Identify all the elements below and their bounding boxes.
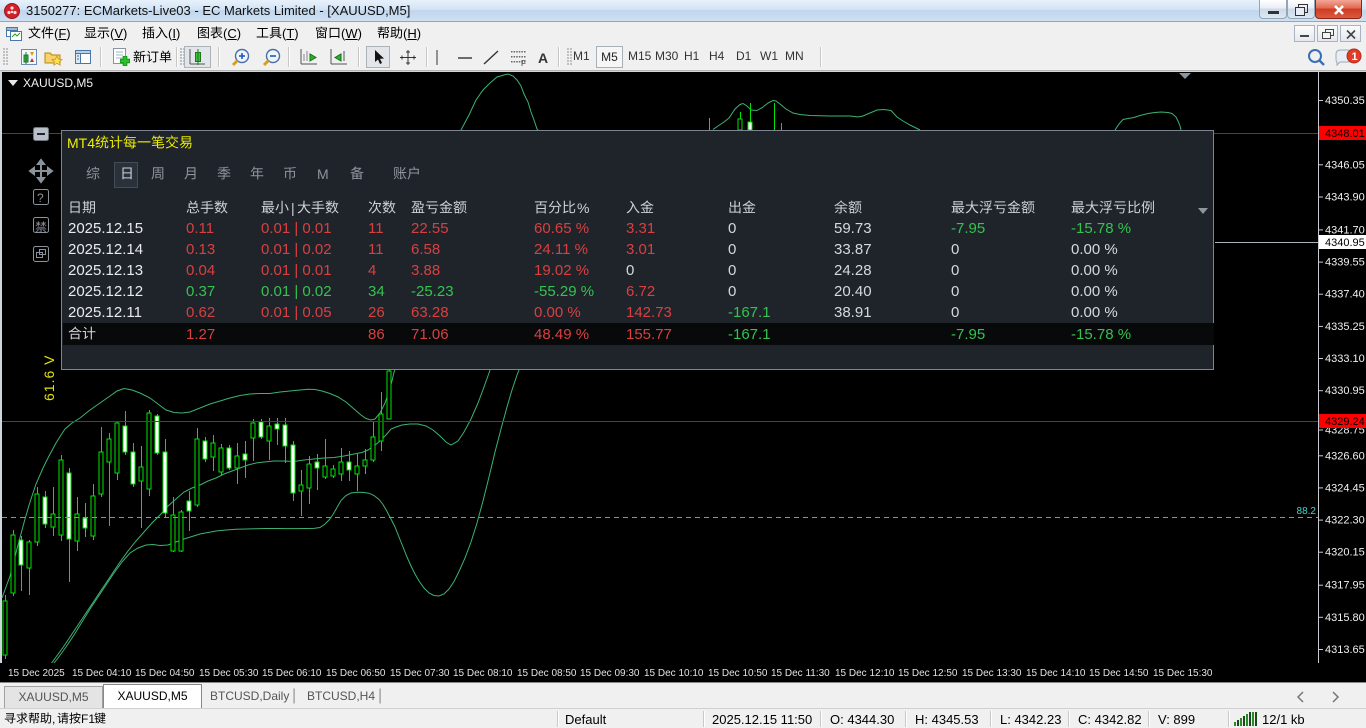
svg-text:4313.65: 4313.65	[1325, 644, 1365, 656]
svg-text:4339.55: 4339.55	[1325, 257, 1365, 269]
svg-text:4348.01: 4348.01	[1325, 128, 1365, 140]
svg-text:4350.35: 4350.35	[1325, 95, 1365, 107]
svg-text:1: 1	[1352, 51, 1358, 63]
svg-text:4330.95: 4330.95	[1325, 385, 1365, 397]
svg-text:4333.10: 4333.10	[1325, 353, 1365, 365]
svg-text:4343.90: 4343.90	[1325, 192, 1365, 204]
svg-text:4337.40: 4337.40	[1325, 289, 1365, 301]
svg-text:4317.95: 4317.95	[1325, 580, 1365, 592]
svg-text:4341.70: 4341.70	[1325, 224, 1365, 236]
svg-text:?: ?	[37, 191, 44, 205]
svg-text:4329.24: 4329.24	[1325, 416, 1365, 428]
svg-text:4340.95: 4340.95	[1325, 237, 1365, 249]
svg-text:61.6 V: 61.6 V	[41, 355, 57, 401]
svg-text:XAUUSD,M5: XAUUSD,M5	[23, 76, 93, 90]
svg-text:4322.30: 4322.30	[1325, 515, 1365, 527]
svg-text:4320.15: 4320.15	[1325, 547, 1365, 559]
svg-text:4335.25: 4335.25	[1325, 321, 1365, 333]
svg-text:4346.05: 4346.05	[1325, 159, 1365, 171]
svg-text:88.2: 88.2	[1297, 506, 1317, 517]
svg-text:4315.80: 4315.80	[1325, 612, 1365, 624]
svg-text:4324.45: 4324.45	[1325, 482, 1365, 494]
svg-text:F: F	[521, 59, 526, 67]
svg-text:4326.60: 4326.60	[1325, 450, 1365, 462]
